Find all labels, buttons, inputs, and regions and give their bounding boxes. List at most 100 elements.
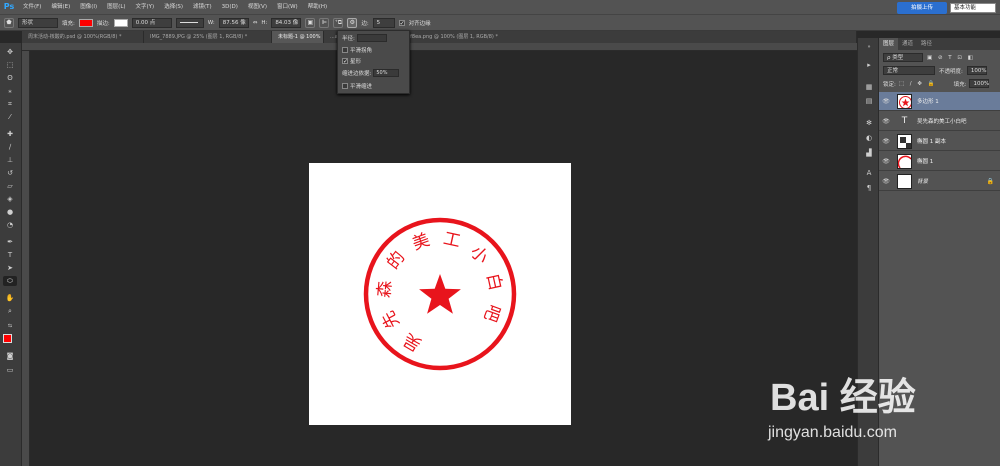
star-checkbox[interactable]: ✓ [342, 58, 348, 65]
foreground-color-swatch[interactable] [3, 334, 12, 343]
document-tab[interactable]: 未标题-1 @ 100% [272, 31, 324, 43]
eye-icon[interactable]: 👁 [879, 98, 893, 105]
sides-input[interactable]: 5 [372, 17, 395, 28]
menu-item[interactable]: 图层(L) [102, 0, 130, 14]
stroke-color-swatch[interactable] [113, 18, 128, 27]
move-tool-icon[interactable]: ✥ [3, 47, 17, 57]
height-input[interactable]: 84.03 像 [271, 17, 302, 28]
eye-icon[interactable]: 👁 [879, 118, 893, 125]
clone-stamp-icon[interactable]: ⊥ [3, 155, 17, 165]
layer-thumbnail [897, 93, 912, 109]
type-tool-icon[interactable]: T [3, 250, 17, 260]
app-logo: Ps [3, 2, 15, 11]
paragraph-panel-icon[interactable]: ¶ [863, 183, 875, 193]
brush-tool-icon[interactable]: ∕ [3, 142, 17, 152]
document-tab[interactable]: IMG_7889.JPG @ 25% (图层 1, RGB/8) * [144, 31, 272, 43]
screen-mode-icon[interactable]: ▭ [3, 365, 17, 375]
document-canvas[interactable]: 吴先森的美工小白吧 [309, 163, 571, 425]
pen-tool-icon[interactable]: ✒ [3, 237, 17, 247]
document-tab[interactable]: 周末活动-核酸的.psd @ 100%(RGB/8) * [22, 31, 144, 43]
filter-icons[interactable]: ▣ ⊘ T ⊡ ◧ [927, 55, 975, 61]
hand-tool-icon[interactable]: ✋ [3, 293, 17, 303]
blend-mode-select[interactable]: 正常 [883, 66, 935, 75]
menu-item[interactable]: 文字(Y) [131, 0, 160, 14]
collapse-icon[interactable]: » [863, 42, 875, 52]
histogram-panel-icon[interactable]: ▟ [863, 148, 875, 158]
menu-item[interactable]: 帮助(H) [303, 0, 332, 14]
menu-item[interactable]: 文件(F) [18, 0, 46, 14]
fill-color-swatch[interactable] [78, 18, 93, 27]
shape-tool-icon[interactable]: ⬭ [3, 276, 17, 286]
shape-mode-select[interactable]: 形状 [18, 17, 58, 28]
properties-panel-icon[interactable]: ▦ [863, 82, 875, 92]
opacity-input[interactable]: 100% [966, 66, 987, 75]
eye-icon[interactable]: 👁 [879, 178, 893, 185]
dodge-tool-icon[interactable]: ◔ [3, 220, 17, 230]
gear-icon[interactable]: ⚙ [347, 17, 358, 28]
lasso-tool-icon[interactable]: ʘ [3, 73, 17, 83]
quick-mask-icon[interactable]: ◙ [3, 351, 17, 361]
seal-character: 美 [410, 230, 433, 255]
upload-button[interactable]: 拍摄上传 [897, 2, 947, 14]
menu-item[interactable]: 视图(V) [243, 0, 272, 14]
photoshop-window: Ps 文件(F) 编辑(E) 图像(I) 图层(L) 文字(Y) 选择(S) 滤镜(T) 3D… [0, 0, 1000, 466]
tab-layers[interactable]: 图层 [879, 38, 899, 50]
adjustments-panel-icon[interactable]: ✻ [863, 118, 875, 128]
stroke-width-input[interactable]: 0.00 点 [131, 17, 172, 28]
width-input[interactable]: 87.56 像 [218, 17, 249, 28]
blur-tool-icon[interactable]: ● [3, 207, 17, 217]
zoom-tool-icon[interactable]: ⌕ [3, 306, 17, 316]
eye-icon[interactable]: 👁 [879, 158, 893, 165]
tab-channels[interactable]: 通道 [898, 38, 917, 50]
seal-character: 森 [374, 280, 395, 299]
marquee-tool-icon[interactable]: ⬚ [3, 60, 17, 70]
indent-input[interactable]: 50% [373, 69, 400, 77]
align-edges-checkbox[interactable]: ✓ [398, 19, 405, 26]
history-panel-icon[interactable]: ▸ [863, 60, 875, 70]
eye-icon[interactable]: 👁 [879, 138, 893, 145]
info-panel-icon[interactable]: ▤ [863, 96, 875, 106]
menu-item[interactable]: 编辑(E) [46, 0, 75, 14]
layer-row[interactable]: 👁 椭圆 1 副本 [879, 132, 1000, 151]
magic-wand-icon[interactable]: ⁎ [3, 86, 17, 96]
menu-item[interactable]: 滤镜(T) [188, 0, 217, 14]
menu-item[interactable]: 选择(S) [159, 0, 188, 14]
layer-row[interactable]: 👁 椭圆 1 [879, 152, 1000, 171]
default-colors-icon[interactable]: ⇆ [3, 321, 17, 331]
tab-paths[interactable]: 路径 [917, 38, 936, 50]
seal-character: 的 [383, 248, 409, 274]
history-brush-icon[interactable]: ↺ [3, 168, 17, 178]
path-arrangement-icon[interactable]: ⁺⧉ [333, 17, 344, 28]
character-panel-icon[interactable]: A [863, 168, 875, 178]
eraser-tool-icon[interactable]: ▱ [3, 181, 17, 191]
radius-input[interactable] [356, 34, 387, 42]
healing-brush-icon[interactable]: ✚ [3, 129, 17, 139]
layer-thumbnail [897, 153, 912, 169]
link-icon[interactable]: ⇔ [253, 20, 258, 26]
paint-bucket-icon[interactable]: ◈ [3, 194, 17, 204]
lock-icons[interactable]: ⬚ ∕ ✥ 🔒 [899, 81, 937, 87]
smooth-indent-checkbox[interactable] [342, 83, 348, 89]
styles-panel-icon[interactable]: ◐ [863, 133, 875, 143]
menu-item[interactable]: 窗口(W) [272, 0, 303, 14]
workspace-select[interactable]: 基本功能 [950, 3, 996, 13]
path-selection-icon[interactable]: ➤ [3, 263, 17, 273]
crop-tool-icon[interactable]: ⌗ [3, 99, 17, 109]
smooth-corners-checkbox[interactable] [342, 47, 348, 53]
eyedropper-icon[interactable]: ⁄ [3, 112, 17, 122]
menu-item[interactable]: 3D(D) [217, 0, 243, 14]
path-alignment-icon[interactable]: ⊫ [319, 17, 330, 28]
menu-item[interactable]: 图像(I) [75, 0, 102, 14]
layer-row[interactable]: 👁 多边形 1 [879, 92, 1000, 111]
stroke-type-select[interactable] [175, 17, 204, 28]
polygon-tool-preset-icon[interactable]: ⬟ [4, 17, 14, 28]
layer-kind-filter[interactable]: ρ 类型 [883, 53, 923, 62]
layer-row[interactable]: 👁 T 吴先森的美工小白吧 [879, 112, 1000, 131]
layer-row[interactable]: 👁 背景 🔒 [879, 172, 1000, 191]
seal-artwork: 吴先森的美 工小白吧 [363, 217, 517, 371]
path-operations-icon[interactable]: ▣ [305, 17, 316, 28]
stroke-label: 描边: [96, 20, 110, 27]
seal-character: 先 [378, 307, 404, 331]
baidu-watermark: Bai 经验 jingyan.baidu.com [768, 352, 1000, 466]
fill-opacity-input[interactable]: 100% [969, 79, 990, 88]
